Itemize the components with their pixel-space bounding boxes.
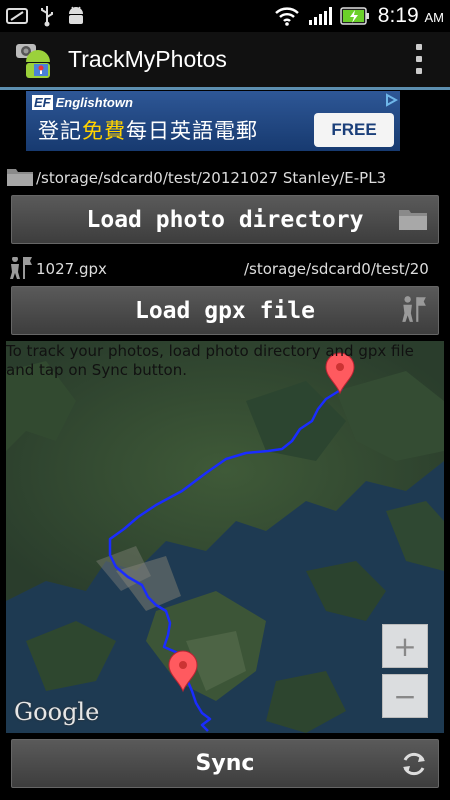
photo-directory-row: /storage/sdcard0/test/20121027 Stanley/E… <box>0 166 450 192</box>
ad-text-before: 登記 <box>38 119 82 143</box>
ad-brand-name: Englishtown <box>55 95 133 110</box>
google-attribution: Google <box>14 698 100 726</box>
gpx-file-path: /storage/sdcard0/test/20 <box>244 260 429 278</box>
status-right: 8:19 AM <box>274 4 444 28</box>
screenshot-icon <box>6 8 28 24</box>
gpx-file-row: 1027.gpx /storage/sdcard0/test/20 <box>0 257 450 283</box>
ad-choices-icon[interactable] <box>384 93 398 107</box>
hiker-flag-icon <box>10 257 32 279</box>
hiker-flag-button-icon <box>402 296 426 322</box>
battery-charging-icon <box>340 7 369 25</box>
load-photo-directory-label: Load photo directory <box>86 206 364 233</box>
refresh-icon <box>403 752 425 776</box>
satellite-map[interactable] <box>6 341 444 733</box>
load-gpx-file-label: Load gpx file <box>134 297 315 324</box>
overflow-menu-icon[interactable] <box>416 44 422 74</box>
zoom-out-button[interactable]: − <box>382 674 428 718</box>
status-bar: 8:19 AM <box>0 0 450 32</box>
satellite-imagery <box>6 341 444 733</box>
map-hint-text: To track your photos, load photo directo… <box>6 342 414 379</box>
android-debug-icon <box>69 6 83 24</box>
photo-directory-path: /storage/sdcard0/test/20121027 Stanley/E… <box>36 169 387 187</box>
sync-label: Sync <box>195 751 255 776</box>
clock-ampm: AM <box>424 10 445 25</box>
wifi-icon <box>274 7 299 26</box>
ad-text: 登記免費每日英語電郵 <box>38 115 258 145</box>
ad-brand-mark: EF <box>32 95 53 110</box>
ad-text-highlight: 免費 <box>82 119 126 143</box>
gpx-file-name: 1027.gpx <box>36 260 107 278</box>
status-left <box>6 5 86 27</box>
ad-text-after: 每日英語電郵 <box>126 119 258 143</box>
usb-icon <box>41 6 53 27</box>
zoom-in-button[interactable]: + <box>382 624 428 668</box>
ad-free-button[interactable]: FREE <box>314 113 394 147</box>
app-icon <box>16 43 50 78</box>
ad-brand: EF Englishtown <box>32 95 133 110</box>
action-bar: TrackMyPhotos <box>0 32 450 90</box>
load-gpx-file-button[interactable]: Load gpx file <box>11 286 439 335</box>
clock-time: 8:19 <box>377 4 419 27</box>
folder-icon <box>7 169 33 186</box>
sync-button[interactable]: Sync <box>11 739 439 788</box>
ad-banner[interactable]: EF Englishtown 登記免費每日英語電郵 FREE <box>26 91 400 151</box>
folder-button-icon <box>399 210 427 230</box>
app-title: TrackMyPhotos <box>68 46 227 72</box>
clock: 8:19 AM <box>378 4 444 28</box>
load-photo-directory-button[interactable]: Load photo directory <box>11 195 439 244</box>
signal-icon <box>308 7 332 25</box>
